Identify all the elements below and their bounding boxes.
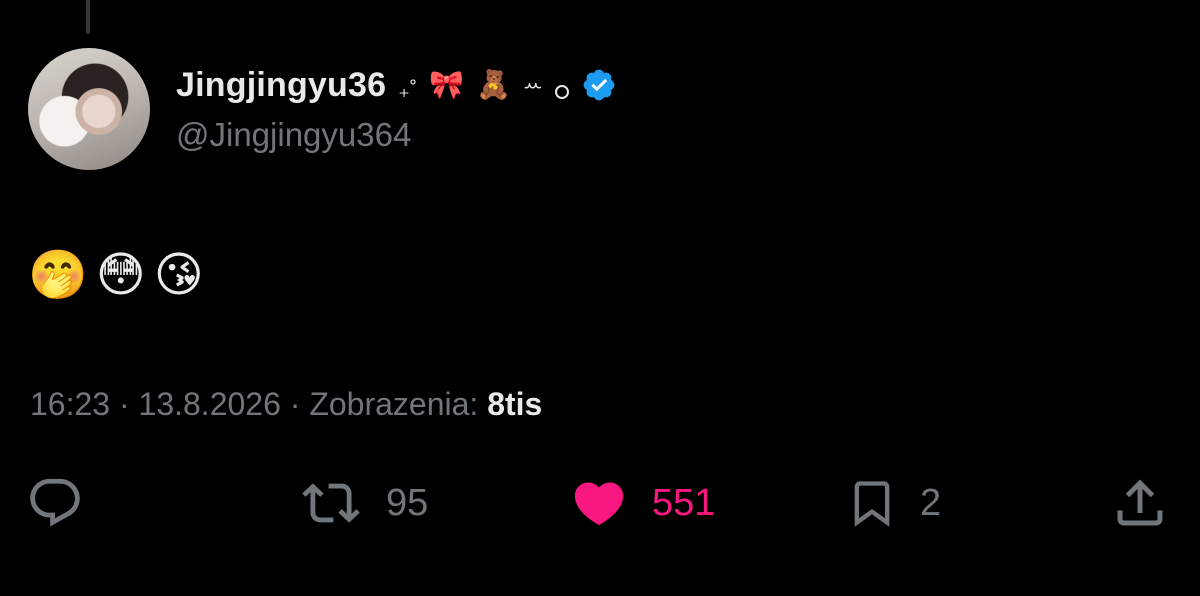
verified-badge-icon[interactable] xyxy=(581,67,617,103)
meta-separator: · xyxy=(289,386,301,422)
heart-icon xyxy=(574,482,624,526)
meta-separator: · xyxy=(118,386,130,422)
reply-button[interactable] xyxy=(26,470,84,536)
tweet-time[interactable]: 16:23 xyxy=(30,386,110,422)
thread-connector-line xyxy=(86,0,90,34)
like-button[interactable]: 551 xyxy=(568,470,715,536)
like-count: 551 xyxy=(652,481,716,524)
author-name-row: Jingjingyu36 ₊˚ 🎀 🧸 ꕀ xyxy=(176,62,617,108)
views-count: 8tis xyxy=(487,386,543,422)
bookmark-count: 2 xyxy=(920,481,942,524)
ring-decoration xyxy=(554,85,569,99)
retweet-button[interactable]: 95 xyxy=(298,470,428,536)
display-name[interactable]: Jingjingyu36 xyxy=(176,66,386,105)
share-icon xyxy=(1117,479,1163,526)
views-label: Zobrazenia: xyxy=(309,386,479,422)
bookmark-icon xyxy=(854,481,890,527)
teddy-bear-emoji: 🧸 xyxy=(476,69,511,100)
bookmark-button[interactable]: 2 xyxy=(846,470,941,536)
retweet-count: 95 xyxy=(386,481,429,524)
reply-icon xyxy=(30,478,80,527)
tweet-meta: 16:23 · 13.8.2026 · Zobrazenia: 8tis xyxy=(30,386,542,423)
avatar[interactable] xyxy=(28,48,150,170)
author-handle[interactable]: @Jingjingyu364 xyxy=(176,116,411,154)
share-button[interactable] xyxy=(1110,470,1170,536)
sparkle-decoration: ₊˚ xyxy=(398,77,418,102)
action-bar: 95 551 2 xyxy=(0,470,1200,536)
swirl-decoration: ꕀ xyxy=(522,72,543,97)
tweet-date[interactable]: 13.8.2026 xyxy=(139,386,281,422)
tweet-text: 🤭😳😘 xyxy=(28,249,212,302)
ribbon-emoji: 🎀 xyxy=(429,69,465,100)
retweet-icon xyxy=(302,483,360,523)
